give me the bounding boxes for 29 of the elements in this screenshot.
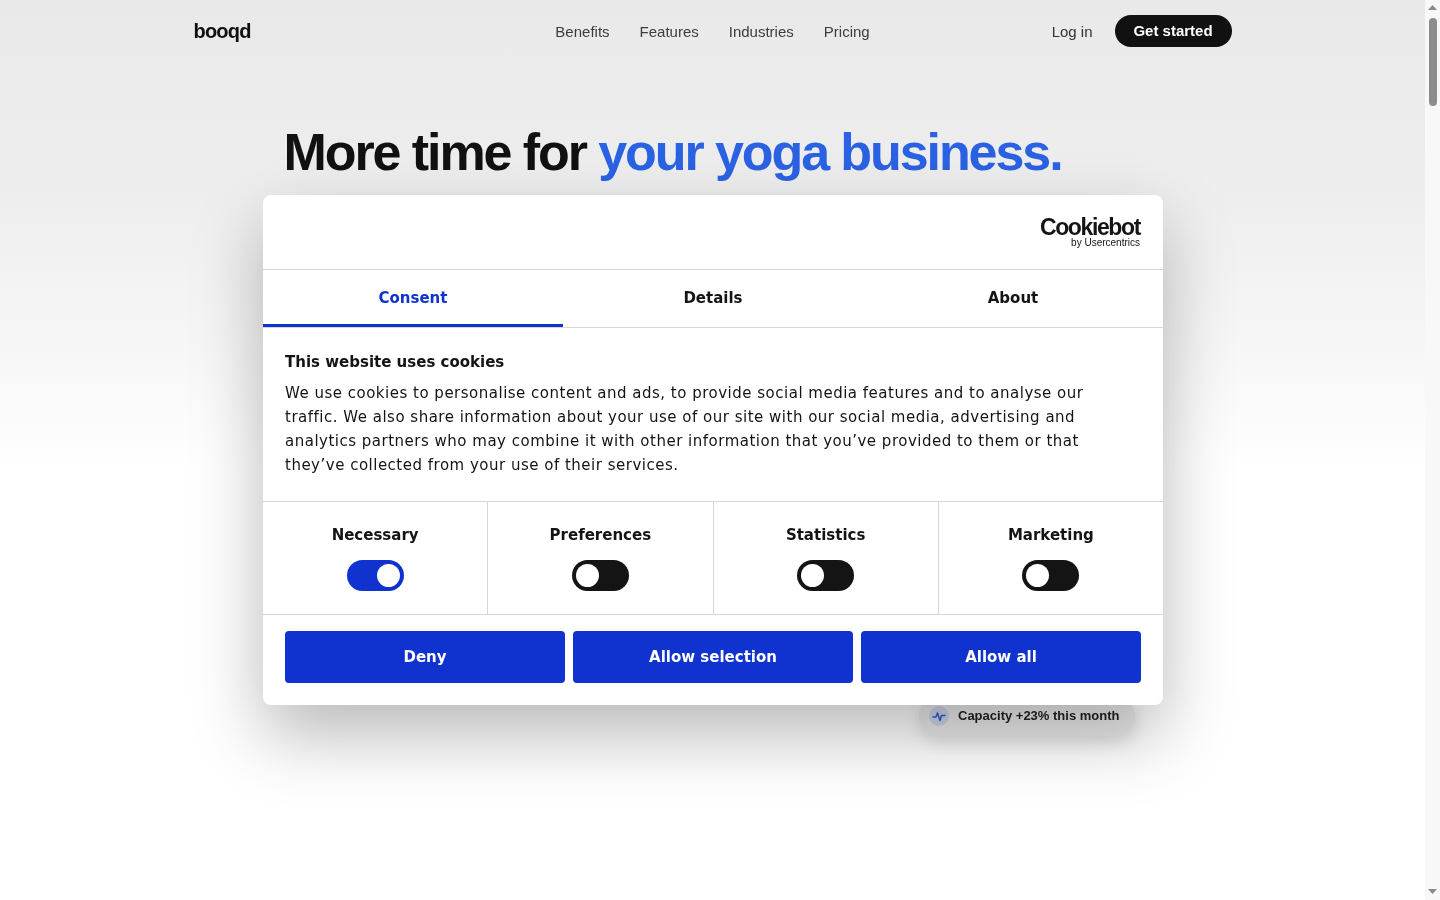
nav-link[interactable]: Industries [728,23,794,39]
toggle-label: Marketing [1007,525,1094,546]
tab[interactable]: Consent [263,270,563,327]
scrollbar-thumb[interactable] [1428,18,1437,106]
logo[interactable]: booqd [193,21,251,41]
scroll-down-icon[interactable] [1428,889,1437,894]
logo-byline: by Usercentrics [1071,238,1140,248]
nav-link[interactable]: Features [639,23,699,39]
toggle-switch[interactable] [797,560,855,591]
toggle-label: Preferences [549,525,652,546]
tab[interactable]: About [863,270,1163,327]
badge-text: Capacity +23% this month [958,707,1120,726]
dialog-button[interactable]: Allow selection [573,631,853,683]
toggle-switch[interactable] [571,560,629,591]
toggle-switch[interactable] [1022,560,1080,591]
toggle-switch[interactable] [346,560,404,591]
logo-wordmark: Cookiebot [1039,216,1140,238]
toggle-label: Statistics [785,525,866,546]
tab[interactable]: Details [563,270,863,327]
toggle-label: Necessary [331,525,419,546]
dialog-title: This website uses cookies [285,352,506,373]
get-started-button[interactable]: Get started [1114,15,1232,47]
nav-link[interactable]: Benefits [555,23,610,39]
dialog-description: We use cookies to personalise content and ads, to provide social media features and to analyse our traffic. We also share information about your use of our site with our social media, advertising and analytics partners who may combine it with other information that you’ve provided to them or that they’ve collected from your use of their services. [285,383,1085,476]
login-link[interactable]: Log in [1051,23,1093,39]
nav-link[interactable]: Pricing [823,23,870,39]
scroll-up-icon[interactable] [1428,5,1437,10]
dialog-button[interactable]: Deny [285,631,565,683]
dialog-button[interactable]: Allow all [861,631,1141,683]
